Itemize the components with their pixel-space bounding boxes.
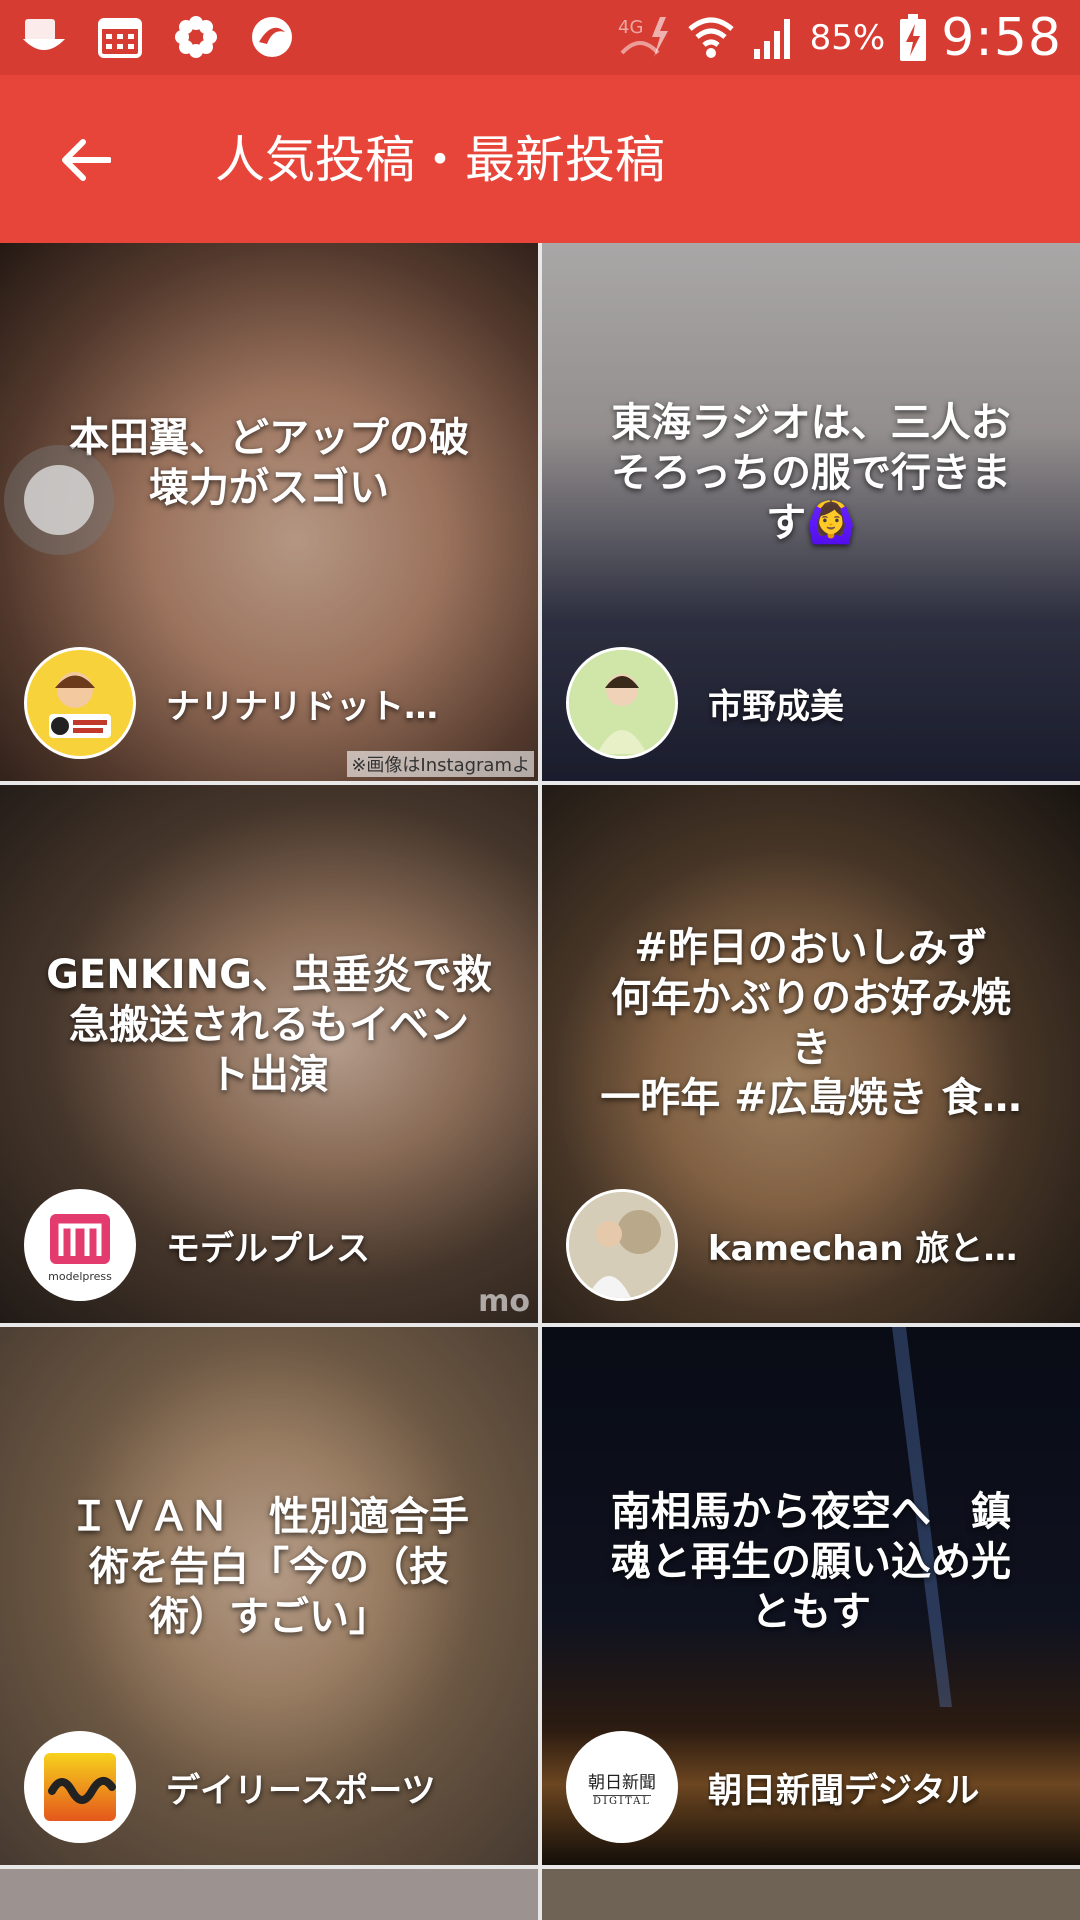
post-author[interactable]: デイリースポーツ [24,1731,436,1843]
post-author[interactable]: ナリナリドット… [24,647,438,759]
post-card[interactable]: #昨日のおいしみず 何年かぶりのお好み焼 き 一昨年 #広島焼き 食… kame… [542,785,1080,1323]
image-credit: ※画像はInstagramよ [347,751,534,777]
app-bar: 人気投稿・最新投稿 [0,75,1080,243]
status-bar: 4G 85% 9:58 [0,0,1080,75]
post-card[interactable]: ＩＶＡＮ 性別適合手 術を告白「今の（技 術）すごい」 デイリースポーツ [0,1327,538,1865]
bowl-notification-icon [18,10,70,64]
post-card[interactable]: 南相馬から夜空へ 鎮 魂と再生の願い込め光 ともす 朝日新聞 DIGITAL 朝… [542,1327,1080,1865]
asahi-logo-text: 朝日新聞 [588,1772,656,1793]
arrow-left-icon [62,139,111,181]
post-card[interactable]: 本田翼、どアップの破 壊力がスゴい ナリナリドット… ※画像はInstagram… [0,243,538,781]
image-watermark: mo [478,1284,530,1319]
post-caption: #昨日のおいしみず 何年かぶりのお好み焼 き 一昨年 #広島焼き 食… [600,925,1022,1121]
system-indicators: 4G 85% 9:58 [616,6,1062,70]
narinari-logo-icon [49,672,111,738]
author-name: 朝日新聞デジタル [708,1770,980,1811]
post-caption: GENKING、虫垂炎で救 急搬送されるもイベン ト出演 [46,952,492,1098]
4g-data-icon: 4G [618,17,668,57]
wifi-icon [688,17,734,58]
swirl-app-icon [246,10,298,64]
avatar [24,647,136,759]
avatar [566,1189,678,1301]
post-author[interactable]: modelpress モデルプレス [24,1189,370,1301]
battery-percent: 85% [809,18,886,58]
avatar: 朝日新聞 DIGITAL [566,1731,678,1843]
battery-charging-icon [900,14,927,61]
notification-icons [18,10,298,64]
back-button[interactable] [50,125,120,195]
svg-text:modelpress: modelpress [48,1270,112,1283]
signal-icon [753,19,790,59]
post-author[interactable]: kamechan 旅と… [566,1189,1017,1301]
author-name: 市野成美 [708,686,844,727]
daily-sports-logo-icon [44,1753,116,1821]
author-name: kamechan 旅と… [708,1228,1018,1269]
person-photo-icon [569,1192,675,1298]
post-card[interactable] [0,1869,538,1920]
avatar [24,1731,136,1843]
author-name: モデルプレス [166,1228,370,1269]
calendar-icon [94,10,146,64]
svg-text:4G: 4G [618,17,643,38]
post-caption: 東海ラジオは、三人お そろっちの服で行きま す🙆‍♀ [611,400,1011,546]
modelpress-logo-icon: modelpress [48,1214,112,1283]
person-photo-icon [569,650,675,756]
avatar: modelpress [24,1189,136,1301]
post-caption: ＩＶＡＮ 性別適合手 術を告白「今の（技 術）すごい」 [69,1494,469,1640]
post-grid: 本田翼、どアップの破 壊力がスゴい ナリナリドット… ※画像はInstagram… [0,243,1080,1920]
author-name: ナリナリドット… [166,686,438,727]
post-caption: 南相馬から夜空へ 鎮 魂と再生の願い込め光 ともす [611,1489,1011,1635]
touch-indicator [4,445,114,555]
post-card[interactable] [542,1869,1080,1920]
post-author[interactable]: 市野成美 [566,647,844,759]
flower-icon [170,10,222,64]
post-card[interactable]: GENKING、虫垂炎で救 急搬送されるもイベン ト出演 modelpress … [0,785,538,1323]
avatar [566,647,678,759]
asahi-logo-sub: DIGITAL [593,1794,651,1807]
author-name: デイリースポーツ [166,1770,436,1811]
post-author[interactable]: 朝日新聞 DIGITAL 朝日新聞デジタル [566,1731,979,1843]
post-card[interactable]: 東海ラジオは、三人お そろっちの服で行きま す🙆‍♀ 市野成美 [542,243,1080,781]
clock: 9:58 [941,8,1062,68]
page-title: 人気投稿・最新投稿 [215,131,665,189]
